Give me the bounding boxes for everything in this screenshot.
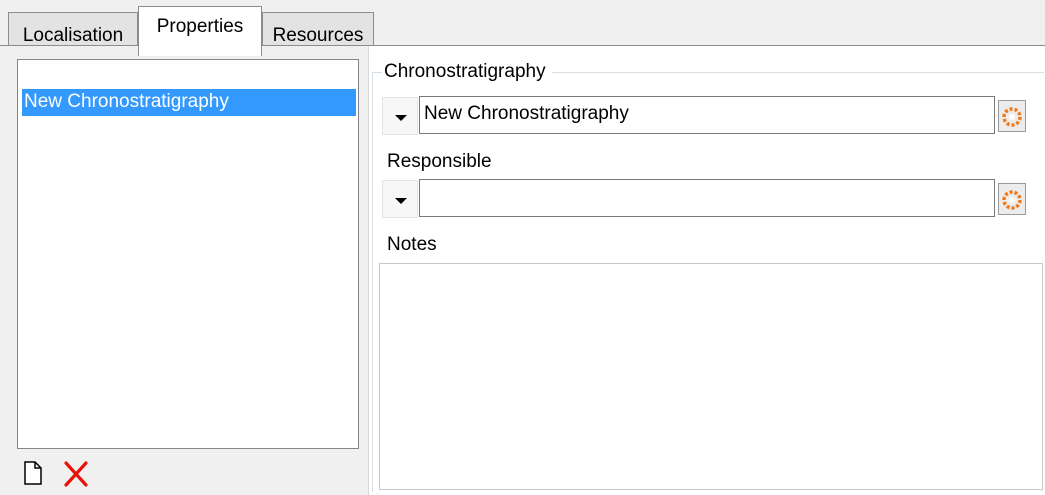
list-toolbar xyxy=(17,454,359,494)
tab-localisation[interactable]: Localisation xyxy=(8,12,138,46)
tab-resources[interactable]: Resources xyxy=(262,12,374,46)
tab-label: Localisation xyxy=(22,25,124,46)
responsible-edit-button[interactable] xyxy=(998,183,1026,215)
list-item[interactable]: New Chronostratigraphy xyxy=(22,89,356,116)
list-item-label: New Chronostratigraphy xyxy=(24,91,229,112)
tab-strip: Localisation Properties Resources xyxy=(0,0,1045,56)
edit-icon xyxy=(1002,107,1022,127)
responsible-dropdown-button[interactable] xyxy=(382,180,418,218)
notes-label: Notes xyxy=(387,234,437,255)
tab-label: Properties xyxy=(156,16,244,37)
group-title: Chronostratigraphy xyxy=(382,61,552,83)
chrono-name-value: New Chronostratigraphy xyxy=(424,103,629,124)
panel-divider xyxy=(368,46,369,495)
edit-icon xyxy=(1002,190,1022,210)
delete-x-icon[interactable] xyxy=(63,461,89,487)
chrono-name-field[interactable]: New Chronostratigraphy xyxy=(419,96,995,134)
tab-properties[interactable]: Properties xyxy=(138,6,262,56)
responsible-field[interactable] xyxy=(419,179,995,217)
chronostratigraphy-list[interactable]: New Chronostratigraphy xyxy=(17,59,359,449)
notes-textarea[interactable] xyxy=(379,263,1043,490)
chrono-dropdown-button[interactable] xyxy=(382,97,418,135)
left-panel: New Chronostratigraphy xyxy=(0,46,368,495)
responsible-label: Responsible xyxy=(387,151,492,172)
new-document-icon[interactable] xyxy=(23,461,43,485)
tab-label: Resources xyxy=(272,25,364,46)
chrono-edit-button[interactable] xyxy=(998,100,1026,132)
